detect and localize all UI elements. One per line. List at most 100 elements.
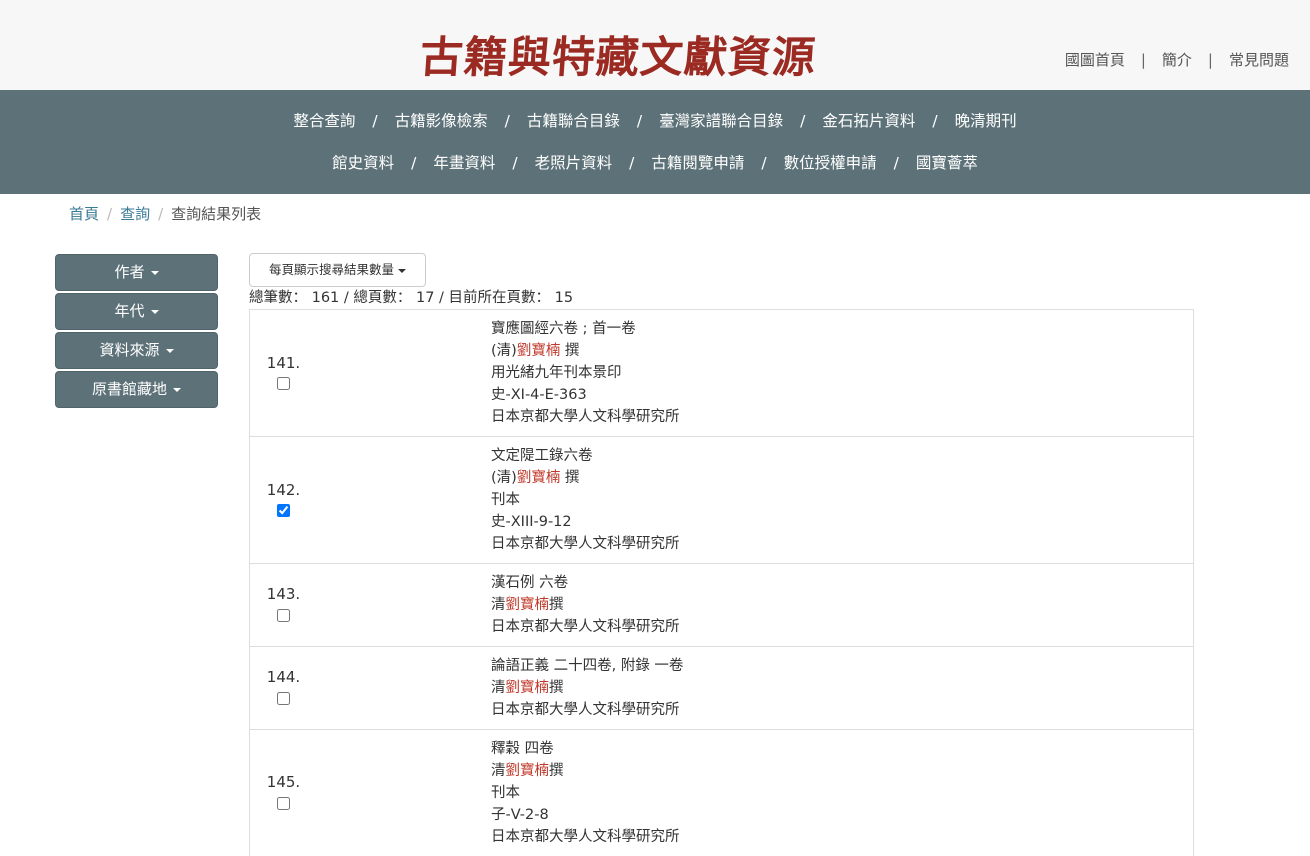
result-details: 文定隄工錄六卷 (清)劉寶楠 撰 刊本 史-XIII-9-12 日本京都大學人文…	[491, 445, 680, 555]
result-title[interactable]: 釋穀 四卷	[491, 738, 680, 760]
caret-down-icon	[165, 348, 174, 353]
author-name[interactable]: 劉寶楠	[506, 597, 550, 613]
facet-label: 原書館藏地	[91, 380, 167, 398]
author-prefix: (清)	[491, 470, 517, 486]
breadcrumb-home[interactable]: 首頁	[69, 205, 99, 223]
breadcrumb-current: 查詢結果列表	[171, 205, 262, 223]
author-prefix: 清	[491, 763, 506, 779]
nav-item-new-year-prints[interactable]: 年畫資料	[433, 154, 495, 172]
top-link-faq[interactable]: 常見問題	[1229, 51, 1289, 69]
top-links: 國圖首頁 | 簡介 | 常見問題	[1065, 49, 1289, 71]
top-link-separator: |	[1140, 51, 1146, 69]
nav-separator: /	[932, 112, 938, 130]
result-holding-library: 日本京都大學人文科學研究所	[491, 829, 680, 845]
facet-era-button[interactable]: 年代	[55, 293, 218, 330]
result-call-number: 子-V-2-8	[491, 807, 549, 823]
result-number: 143.	[266, 585, 301, 603]
result-number: 144.	[266, 668, 301, 686]
nav-item-reading-application[interactable]: 古籍閱覽申請	[651, 154, 744, 172]
breadcrumb-query[interactable]: 查詢	[120, 205, 150, 223]
result-number: 145.	[266, 773, 301, 791]
page-size-dropdown[interactable]: 每頁顯示搜尋結果數量	[249, 253, 426, 287]
caret-down-icon	[150, 309, 159, 314]
result-select-checkbox[interactable]	[277, 692, 290, 705]
result-select-checkbox[interactable]	[277, 504, 290, 517]
nav-item-national-treasures[interactable]: 國寶薈萃	[916, 154, 978, 172]
nav-row-2: 館史資料 / 年畫資料 / 老照片資料 / 古籍閱覽申請 / 數位授權申請 / 國寶薈萃	[0, 152, 1310, 174]
author-suffix: 撰	[549, 680, 564, 696]
nav-item-late-qing-periodicals[interactable]: 晚清期刊	[955, 112, 1017, 130]
author-name[interactable]: 劉寶楠	[506, 680, 550, 696]
result-edition: 刊本	[491, 492, 520, 508]
facet-label: 資料來源	[99, 341, 160, 359]
facet-holding-library-button[interactable]: 原書館藏地	[55, 371, 218, 408]
author-name[interactable]: 劉寶楠	[506, 763, 550, 779]
breadcrumb-separator: /	[107, 205, 113, 223]
facet-source-button[interactable]: 資料來源	[55, 332, 218, 369]
result-author: 清劉寶楠撰	[491, 760, 680, 782]
facet-author-button[interactable]: 作者	[55, 254, 218, 291]
author-prefix: 清	[491, 680, 506, 696]
top-link-ncl-home[interactable]: 國圖首頁	[1065, 51, 1125, 69]
nav-item-old-photos[interactable]: 老照片資料	[535, 154, 613, 172]
nav-item-rubbings[interactable]: 金石拓片資料	[822, 112, 915, 130]
author-suffix: 撰	[549, 597, 564, 613]
result-holding-library: 日本京都大學人文科學研究所	[491, 619, 680, 635]
nav-separator: /	[372, 112, 378, 130]
result-details: 漢石例 六卷 清劉寶楠撰 日本京都大學人文科學研究所	[491, 572, 680, 638]
site-logo[interactable]: 古籍與特藏文獻資源	[418, 30, 818, 86]
nav-item-digital-license-application[interactable]: 數位授權申請	[784, 154, 877, 172]
result-title[interactable]: 論語正義 二十四卷, 附錄 一卷	[491, 655, 683, 677]
facet-label: 年代	[114, 302, 145, 320]
author-name[interactable]: 劉寶楠	[517, 470, 561, 486]
nav-item-rare-book-image-search[interactable]: 古籍影像檢索	[395, 112, 488, 130]
caret-down-icon	[173, 387, 181, 392]
result-row: 142. 文定隄工錄六卷 (清)劉寶楠 撰 刊本 史-XIII-9-12 日本京…	[250, 437, 1193, 564]
nav-item-library-history[interactable]: 館史資料	[332, 154, 394, 172]
result-row: 145. 釋穀 四卷 清劉寶楠撰 刊本 子-V-2-8 日本京都大學人文科學研究…	[250, 730, 1193, 856]
top-link-separator: |	[1207, 51, 1213, 69]
caret-down-icon	[150, 270, 159, 275]
author-name[interactable]: 劉寶楠	[517, 343, 561, 359]
results-table: 141. 寶應圖經六卷 ; 首一卷 (清)劉寶楠 撰 用光緒九年刊本景印 史-X…	[249, 309, 1194, 856]
result-edition: 用光緒九年刊本景印	[491, 365, 622, 381]
result-holding-library: 日本京都大學人文科學研究所	[491, 409, 680, 425]
nav-item-integrated-search[interactable]: 整合查詢	[293, 112, 355, 130]
result-select-checkbox[interactable]	[277, 377, 290, 390]
top-link-about[interactable]: 簡介	[1162, 51, 1192, 69]
nav-separator: /	[893, 154, 899, 172]
result-number: 141.	[266, 354, 301, 372]
result-title[interactable]: 漢石例 六卷	[491, 572, 680, 594]
nav-separator: /	[629, 154, 635, 172]
main-nav: 整合查詢 / 古籍影像檢索 / 古籍聯合目錄 / 臺灣家譜聯合目錄 / 金石拓片資料 / 晚清期刊 …	[0, 90, 1310, 194]
facet-sidebar: 作者 年代 資料來源 原書館藏地	[55, 254, 218, 410]
nav-item-rare-book-union-catalog[interactable]: 古籍聯合目錄	[527, 112, 620, 130]
breadcrumb: 首頁 / 查詢 / 查詢結果列表	[69, 204, 261, 224]
nav-item-taiwan-genealogy-catalog[interactable]: 臺灣家譜聯合目錄	[659, 112, 783, 130]
result-title[interactable]: 文定隄工錄六卷	[491, 445, 680, 467]
author-suffix: 撰	[560, 470, 580, 486]
nav-separator: /	[800, 112, 806, 130]
nav-separator: /	[411, 154, 417, 172]
result-call-number: 史-XI-4-E-363	[491, 387, 587, 403]
result-row: 144. 論語正義 二十四卷, 附錄 一卷 清劉寶楠撰 日本京都大學人文科學研究…	[250, 647, 1193, 730]
result-title[interactable]: 寶應圖經六卷 ; 首一卷	[491, 318, 680, 340]
facet-label: 作者	[114, 263, 145, 281]
result-details: 寶應圖經六卷 ; 首一卷 (清)劉寶楠 撰 用光緒九年刊本景印 史-XI-4-E…	[491, 318, 680, 428]
result-number: 142.	[266, 481, 301, 499]
nav-separator: /	[761, 154, 767, 172]
author-suffix: 撰	[560, 343, 580, 359]
nav-row-1: 整合查詢 / 古籍影像檢索 / 古籍聯合目錄 / 臺灣家譜聯合目錄 / 金石拓片資料 / 晚清期刊	[0, 110, 1310, 132]
result-edition: 刊本	[491, 785, 520, 801]
result-select-checkbox[interactable]	[277, 797, 290, 810]
result-row: 143. 漢石例 六卷 清劉寶楠撰 日本京都大學人文科學研究所	[250, 564, 1193, 647]
author-prefix: 清	[491, 597, 506, 613]
caret-down-icon	[398, 268, 406, 273]
page-size-label: 每頁顯示搜尋結果數量	[268, 262, 394, 277]
result-select-checkbox[interactable]	[277, 609, 290, 622]
site-header: 古籍與特藏文獻資源 國圖首頁 | 簡介 | 常見問題	[0, 0, 1310, 90]
result-author: (清)劉寶楠 撰	[491, 340, 680, 362]
author-suffix: 撰	[549, 763, 564, 779]
result-details: 釋穀 四卷 清劉寶楠撰 刊本 子-V-2-8 日本京都大學人文科學研究所	[491, 738, 680, 848]
result-holding-library: 日本京都大學人文科學研究所	[491, 536, 680, 552]
